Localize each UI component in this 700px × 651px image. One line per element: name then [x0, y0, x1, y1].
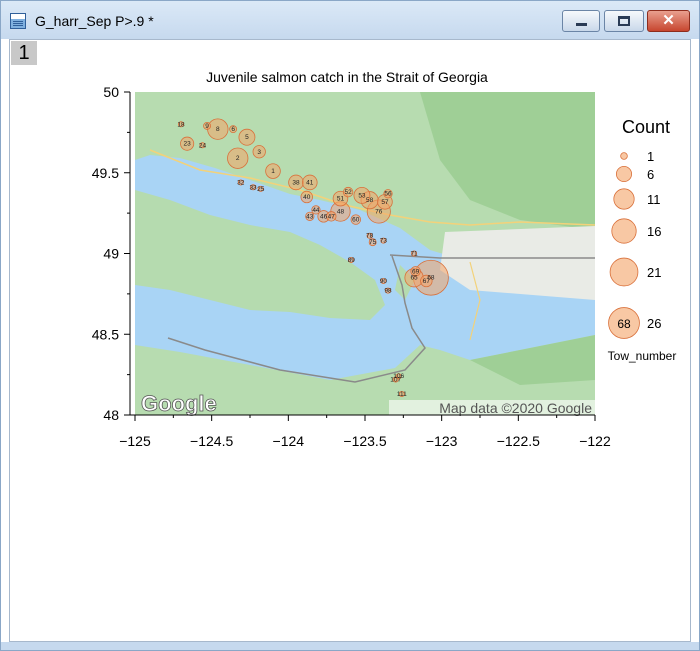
legend-bubble — [609, 257, 639, 287]
google-logo: Google — [141, 391, 217, 416]
y-tick-label: 49 — [103, 246, 119, 262]
tow-label: 89 — [348, 257, 356, 264]
tow-label: 23 — [184, 141, 192, 148]
tow-label: 1 — [271, 168, 275, 175]
y-tick-label: 48 — [103, 407, 119, 423]
tow-label: 3 — [257, 149, 261, 156]
legend-bubble — [613, 188, 635, 210]
tow-label: 107 — [390, 376, 401, 383]
legend-label: 11 — [647, 192, 661, 207]
tow-label: 40 — [303, 194, 311, 201]
x-tick-label: −125 — [119, 433, 151, 449]
tow-label: 58 — [366, 197, 374, 204]
legend-title: Count — [622, 117, 670, 137]
tow-label: 47 — [328, 213, 336, 220]
legend-bubble — [611, 218, 637, 244]
legend-label: 6 — [647, 167, 654, 182]
legend-example-label: 68 — [617, 317, 631, 331]
tow-label: 24 — [199, 142, 207, 149]
tow-label: 44 — [312, 207, 320, 214]
tow-label: 60 — [352, 217, 360, 224]
x-tick-label: −124 — [273, 433, 305, 449]
tow-label: 67 — [423, 278, 431, 285]
tow-label: 46 — [320, 213, 328, 220]
tow-label: 111 — [397, 391, 407, 398]
tow-label: 25 — [257, 186, 265, 193]
bubble-map-chart[interactable]: Google Map data ©2020 Google 18 923 248 653… — [0, 0, 700, 651]
tow-label: 76 — [375, 209, 383, 216]
x-tick-label: −122 — [579, 433, 611, 449]
tow-label: 57 — [381, 199, 389, 206]
tow-label: 48 — [337, 209, 345, 216]
tow-label: 33 — [249, 184, 257, 191]
x-tick-label: −123.5 — [343, 433, 386, 449]
tow-label: 56 — [384, 191, 392, 198]
tow-label: 75 — [369, 239, 377, 246]
tow-label: 38 — [292, 179, 300, 186]
legend: Count Tow_number 161116212668 — [608, 117, 677, 363]
legend-label-caption: Tow_number — [608, 349, 677, 363]
map-attribution: Map data ©2020 Google — [439, 400, 592, 416]
tow-label: 18 — [177, 121, 185, 128]
y-tick-label: 49.5 — [92, 165, 119, 181]
legend-label: 21 — [647, 265, 661, 280]
legend-label: 26 — [647, 316, 661, 331]
basemap — [135, 92, 595, 415]
chart-title: Juvenile salmon catch in the Strait of G… — [206, 69, 488, 85]
tow-label: 71 — [410, 251, 418, 258]
tow-label: 98 — [384, 288, 392, 295]
y-tick-label: 50 — [103, 84, 119, 100]
tow-label: 32 — [237, 179, 245, 186]
x-tick-label: −124.5 — [190, 433, 233, 449]
tow-label: 90 — [380, 278, 388, 285]
tow-label: 8 — [216, 126, 220, 133]
tow-label: 52 — [345, 189, 353, 196]
tow-label: 41 — [306, 179, 314, 186]
tow-label: 43 — [306, 213, 314, 220]
y-tick-label: 48.5 — [92, 326, 119, 342]
legend-bubble — [615, 165, 633, 183]
tow-label: 65 — [410, 275, 418, 282]
legend-label: 16 — [647, 224, 661, 239]
x-tick-label: −123 — [426, 433, 458, 449]
tow-label: 5 — [245, 134, 249, 141]
tow-label: 51 — [337, 196, 345, 203]
x-tick-label: −122.5 — [497, 433, 540, 449]
tow-label: 53 — [358, 192, 366, 199]
tow-label: 6 — [231, 126, 235, 133]
legend-label: 1 — [647, 149, 654, 164]
tow-label: 73 — [380, 238, 388, 245]
legend-bubble — [620, 152, 628, 160]
tow-label: 9 — [205, 123, 209, 130]
tow-label: 2 — [236, 155, 240, 162]
